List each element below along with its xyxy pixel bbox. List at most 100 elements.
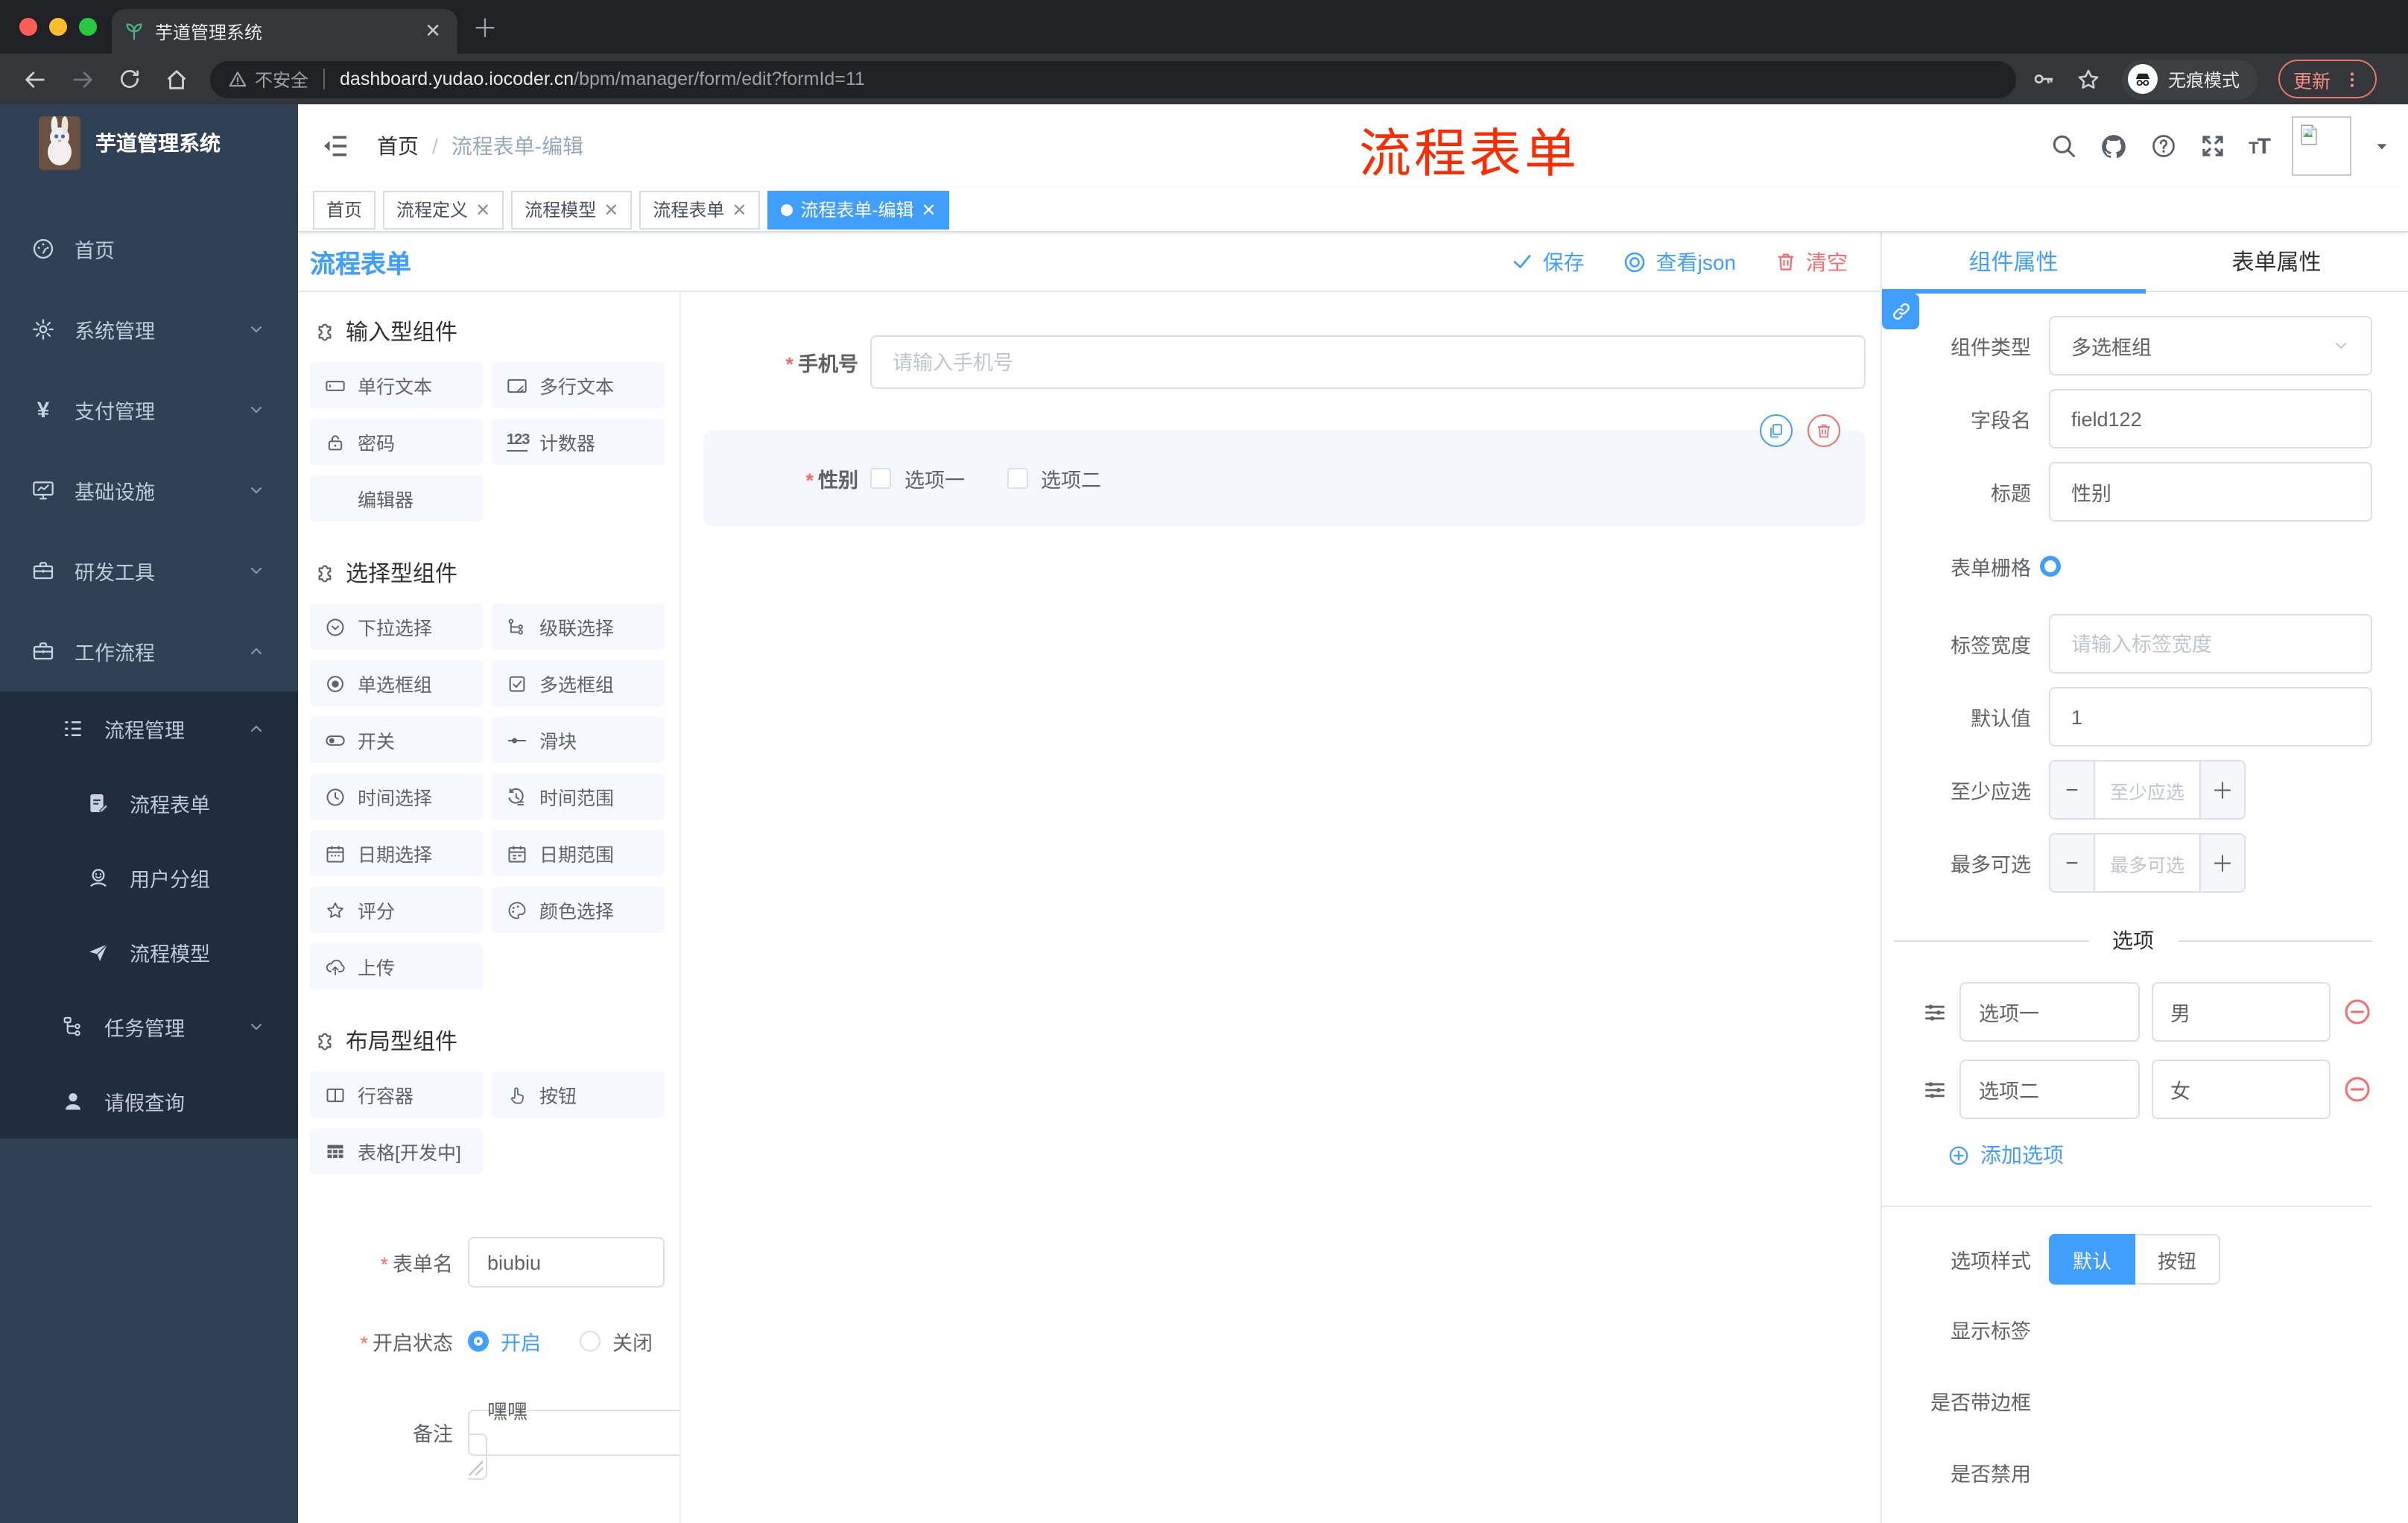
remove-option-icon[interactable] [2342, 1074, 2372, 1104]
gender-option2-checkbox[interactable]: 选项二 [1007, 463, 1101, 493]
sidebar-item-workflow[interactable]: 工作流程 [0, 611, 298, 691]
label-width-input[interactable] [2071, 633, 2350, 655]
form-name-input[interactable] [487, 1251, 645, 1273]
selected-gender-field[interactable]: * 性别 选项一 选项二 [703, 414, 1866, 526]
fullscreen-icon[interactable] [2199, 133, 2226, 159]
component-cascader[interactable]: 级联选择 [492, 604, 665, 650]
sidebar-item-system[interactable]: 系统管理 [0, 289, 298, 370]
maximize-window-button[interactable] [79, 18, 97, 36]
tag-process-model[interactable]: 流程模型 ✕ [511, 190, 633, 229]
component-table[interactable]: 表格[开发中] [310, 1128, 483, 1174]
min-select-stepper[interactable]: − 至少应选 ＋ [2049, 760, 2246, 820]
back-icon[interactable] [22, 66, 48, 92]
sidebar-item-leave-query[interactable]: 请假查询 [0, 1064, 298, 1139]
help-icon[interactable] [2150, 133, 2177, 159]
default-value-input[interactable] [2071, 706, 2350, 728]
link-button[interactable] [1882, 294, 1919, 329]
stepper-placeholder[interactable]: 最多可选 [2095, 835, 2199, 891]
component-color-picker[interactable]: 颜色选择 [492, 887, 665, 933]
checkbox-icon[interactable] [1007, 468, 1027, 489]
phone-field[interactable]: * 手机号 [703, 335, 1873, 389]
search-icon[interactable] [2050, 133, 2077, 159]
bookmark-star-icon[interactable] [2076, 66, 2101, 92]
component-row-container[interactable]: 行容器 [310, 1071, 483, 1118]
drag-handle-icon[interactable] [1922, 999, 1948, 1025]
close-tab-icon[interactable]: ✕ [420, 19, 446, 43]
option2-label-input[interactable] [1979, 1078, 2120, 1101]
delete-component-button[interactable] [1807, 414, 1840, 447]
phone-input[interactable] [893, 351, 1843, 373]
sidebar-item-devtools[interactable]: 研发工具 [0, 531, 298, 611]
reload-icon[interactable] [118, 67, 142, 91]
component-upload[interactable]: 上传 [310, 943, 483, 990]
security-chip[interactable]: 不安全 [228, 66, 308, 92]
sidebar-item-home[interactable]: 首页 [0, 209, 298, 289]
component-counter[interactable]: 123 计数器 [492, 419, 665, 465]
stepper-placeholder[interactable]: 至少应选 [2095, 762, 2199, 818]
design-canvas[interactable]: *手机号 *性别 选项一 [681, 292, 1881, 1523]
drag-handle-icon[interactable] [1922, 1077, 1948, 1102]
address-bar[interactable]: 不安全 dashboard.yudao.iocoder.cn/bpm/manag… [210, 60, 2016, 98]
sidebar-item-user-group[interactable]: 用户分组 [0, 840, 298, 915]
component-time-picker[interactable]: 时间选择 [310, 773, 483, 820]
component-editor[interactable]: 编辑器 [310, 475, 483, 522]
slider-thumb[interactable] [2040, 556, 2061, 577]
decrease-button[interactable]: − [2050, 835, 2095, 891]
sidebar-item-process-form[interactable]: 流程表单 [0, 766, 298, 840]
close-icon[interactable]: ✕ [603, 199, 618, 220]
component-rate[interactable]: 评分 [310, 887, 483, 933]
increase-button[interactable]: ＋ [2199, 762, 2244, 818]
sidebar-item-task-manage[interactable]: 任务管理 [0, 990, 298, 1064]
sidebar-item-process-model[interactable]: 流程模型 [0, 915, 298, 990]
component-date-range[interactable]: 日期范围 [492, 830, 665, 876]
view-json-button[interactable]: 查看json [1623, 247, 1736, 276]
avatar[interactable] [2292, 116, 2351, 176]
checkbox-icon[interactable] [870, 468, 891, 489]
tag-process-form-edit[interactable]: 流程表单-编辑 ✕ [767, 190, 950, 229]
tab-form-props[interactable]: 表单属性 [2145, 232, 2408, 291]
field-name-input[interactable] [2071, 408, 2350, 430]
component-button[interactable]: 按钮 [492, 1071, 665, 1118]
status-on-radio[interactable]: 开启 [468, 1326, 541, 1356]
github-icon[interactable] [2100, 132, 2128, 160]
key-icon[interactable] [2031, 67, 2055, 91]
component-time-range[interactable]: 时间范围 [492, 773, 665, 820]
component-password[interactable]: 密码 [310, 419, 483, 465]
close-window-button[interactable] [19, 18, 37, 36]
font-size-icon[interactable]: TT [2249, 133, 2271, 159]
status-off-radio[interactable]: 关闭 [580, 1326, 653, 1356]
close-icon[interactable]: ✕ [732, 199, 747, 220]
duplicate-component-button[interactable] [1760, 414, 1793, 447]
save-button[interactable]: 保存 [1512, 247, 1585, 276]
option2-value-input[interactable] [2170, 1078, 2311, 1101]
component-radio-group[interactable]: 单选框组 [310, 660, 483, 706]
sidebar-item-infra[interactable]: 基础设施 [0, 450, 298, 531]
browser-tab[interactable]: 芋道管理系统 ✕ [112, 9, 457, 54]
browser-menu-icon[interactable] [2342, 69, 2362, 89]
component-checkbox-group[interactable]: 多选框组 [492, 660, 665, 706]
home-icon[interactable] [164, 66, 189, 92]
option1-label-input[interactable] [1979, 1001, 2120, 1023]
component-multi-text[interactable]: 多行文本 [492, 362, 665, 408]
close-icon[interactable]: ✕ [475, 199, 490, 220]
component-type-select[interactable]: 多选框组 [2049, 316, 2372, 376]
clear-button[interactable]: 清空 [1775, 247, 1848, 276]
remove-option-icon[interactable] [2342, 997, 2372, 1027]
add-option-button[interactable]: 添加选项 [1948, 1140, 2372, 1170]
tag-home[interactable]: 首页 [313, 190, 376, 229]
component-slider[interactable]: 滑块 [492, 717, 665, 763]
update-button[interactable]: 更新 [2278, 60, 2377, 98]
close-icon[interactable]: ✕ [922, 199, 937, 220]
forward-icon[interactable] [70, 66, 95, 92]
component-single-text[interactable]: 单行文本 [310, 362, 483, 408]
component-date-picker[interactable]: 日期选择 [310, 830, 483, 876]
resize-grip-icon[interactable] [468, 1460, 483, 1475]
tag-process-form[interactable]: 流程表单 ✕ [639, 190, 761, 229]
style-default-button[interactable]: 默认 [2049, 1234, 2136, 1285]
max-select-stepper[interactable]: − 最多可选 ＋ [2049, 833, 2246, 893]
style-button-button[interactable]: 按钮 [2135, 1234, 2221, 1285]
component-switch[interactable]: 开关 [310, 717, 483, 763]
sidebar-item-payment[interactable]: ¥ 支付管理 [0, 370, 298, 450]
form-remark-textarea[interactable] [487, 1395, 679, 1440]
increase-button[interactable]: ＋ [2199, 835, 2244, 891]
